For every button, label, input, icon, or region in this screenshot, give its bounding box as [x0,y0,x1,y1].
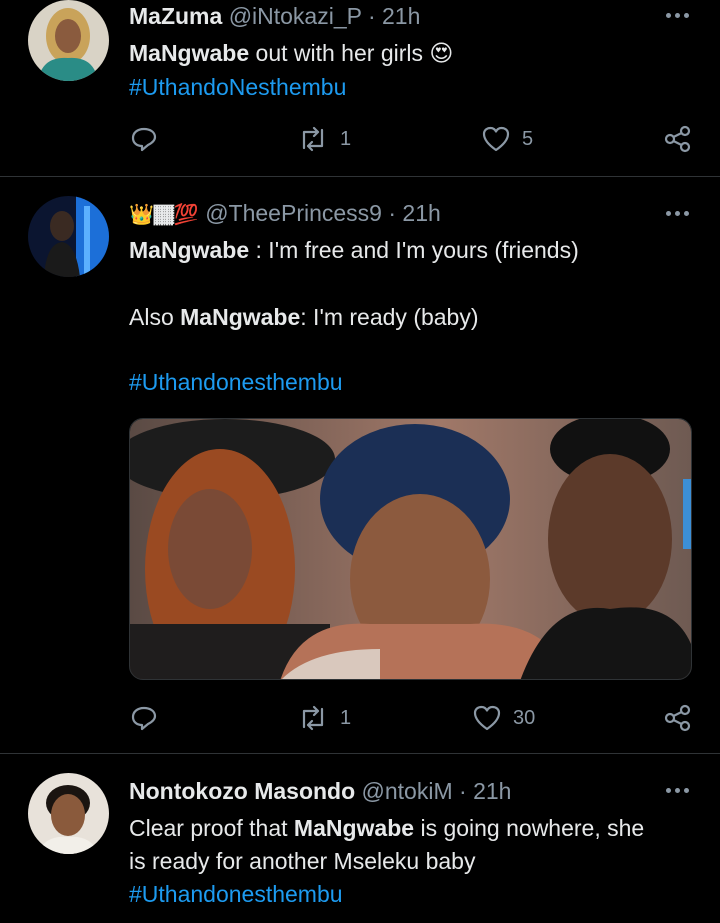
tweet-header: 👑🏾💯 @TheePrincess9 · 21h [129,199,441,228]
reply-icon [131,127,157,152]
tweet-header: MaZuma @iNtokazi_P · 21h [129,2,420,30]
share-button[interactable] [664,703,692,733]
avatar[interactable] [28,773,109,854]
mention-bold: MaNgwabe [129,237,250,263]
text-span: : I'm free and I'm yours (friends) [249,237,579,263]
text-span: is going nowhere, she [414,815,645,841]
tweet-text: MaNgwabe out with her girls 😍 [129,37,453,70]
timestamp[interactable]: 21h [382,3,420,29]
tweet-text-line-1: MaNgwabe : I'm free and I'm yours (frien… [129,234,579,266]
heart-eyes-emoji: 😍 [429,41,454,67]
separator-dot: · [388,200,397,226]
text-span: Clear proof that [129,815,294,841]
hashtag-link[interactable]: #Uthandonesthembu [129,366,343,398]
text-span: : I'm ready (baby) [300,304,479,330]
timestamp[interactable]: 21h [402,200,440,226]
tweet-text-line-1: Clear proof that MaNgwabe is going nowhe… [129,812,644,844]
separator-dot: · [459,778,467,804]
display-name[interactable]: Nontokozo Masondo [129,778,355,804]
more-options-icon[interactable] [664,11,692,21]
reply-icon [131,706,157,731]
heart-icon [473,705,501,731]
like-button[interactable]: 30 [473,703,535,733]
share-icon [664,125,691,153]
user-handle[interactable]: @TheePrincess9 [205,200,382,226]
separator-dot: · [367,3,376,29]
tweet-text-line-2: Also MaNgwabe: I'm ready (baby) [129,301,479,333]
user-handle[interactable]: @iNtokazi_P [229,3,362,29]
tweet-text-line-2: is ready for another Mseleku baby [129,848,476,874]
timestamp[interactable]: 21h [473,778,511,804]
reply-button[interactable] [131,124,157,154]
avatar[interactable] [28,0,109,81]
hashtag-link[interactable]: #Uthandonesthembu [129,878,343,910]
more-options-icon[interactable] [664,209,692,219]
retweet-button[interactable]: 1 [298,703,351,733]
text-span: out with her girls [249,40,423,66]
more-options-icon[interactable] [664,786,692,796]
retweet-icon [302,705,324,731]
like-count: 30 [513,706,536,729]
like-button[interactable]: 5 [482,124,533,154]
tweet-2[interactable]: 👑🏾💯 @TheePrincess9 · 21h MaNgwabe : I'm … [0,177,720,753]
mention-bold: MaNgwabe [180,304,301,330]
share-button[interactable] [664,124,692,154]
tweet-1[interactable]: MaZuma @iNtokazi_P · 21h MaNgwabe out wi… [0,0,720,176]
display-name[interactable]: MaZuma [129,3,222,29]
avatar[interactable] [28,196,109,277]
text-span: Also [129,304,181,330]
share-icon [664,704,691,732]
action-bar: 1 30 [0,703,720,733]
like-count: 5 [522,127,534,150]
tweet-3[interactable]: Nontokozo Masondo @ntokiM · 21h Clear pr… [0,754,720,923]
retweet-icon [302,126,324,152]
user-handle[interactable]: @ntokiM [362,778,453,804]
mention-bold: MaNgwabe [129,40,250,66]
tweet-image[interactable] [129,418,692,680]
hashtag-link[interactable]: #UthandoNesthembu [129,71,346,103]
retweet-count: 1 [340,127,352,150]
retweet-count: 1 [340,706,352,729]
display-name-emoji[interactable]: 👑🏾💯 [129,202,199,226]
retweet-button[interactable]: 1 [298,124,351,154]
heart-icon [482,126,510,152]
action-bar: 1 5 [0,124,720,154]
reply-button[interactable] [131,703,157,733]
mention-bold: MaNgwabe [293,815,415,841]
tweet-header: Nontokozo Masondo @ntokiM · 21h [129,777,511,805]
